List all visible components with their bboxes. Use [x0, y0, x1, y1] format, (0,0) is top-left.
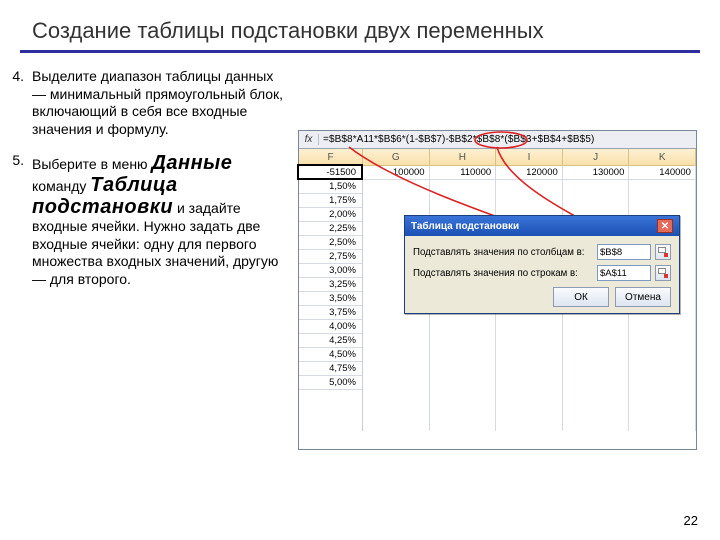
ok-button[interactable]: ОК	[553, 287, 609, 307]
col-head-F[interactable]: F	[299, 149, 363, 166]
list-number-4: 4.	[8, 68, 32, 138]
page-number: 22	[684, 513, 698, 528]
row-input-field[interactable]	[597, 265, 651, 281]
cell[interactable]: 3,50%	[299, 292, 362, 306]
refedit-icon[interactable]	[655, 244, 671, 260]
cell[interactable]: -51500	[299, 166, 362, 180]
list-text-5: Выберите в меню Данные команду Таблица п…	[32, 152, 286, 288]
cell[interactable]: 3,25%	[299, 278, 362, 292]
cell[interactable]: 2,00%	[299, 208, 362, 222]
cell[interactable]: 2,25%	[299, 222, 362, 236]
slide-title: Создание таблицы подстановки двух переме…	[32, 18, 688, 44]
col-head-G[interactable]: G	[363, 149, 430, 166]
cell[interactable]: 4,75%	[299, 362, 362, 376]
col-head-K[interactable]: K	[629, 149, 696, 166]
body-text: 4. Выделите диапазон таблицы данных — ми…	[8, 68, 286, 302]
cell[interactable]: 5,00%	[299, 376, 362, 390]
formula-bar[interactable]: =$B$8*A11*$B$6*(1-$B$7)-$B$2*$B$8*($B$3+…	[319, 134, 598, 145]
dialog-title: Таблица подстановки	[411, 221, 519, 232]
col-head-I[interactable]: I	[496, 149, 563, 166]
column-input-field[interactable]	[597, 244, 651, 260]
datatable-dialog: Таблица подстановки ✕ Подставлять значен…	[404, 215, 680, 314]
cell[interactable]: 3,00%	[299, 264, 362, 278]
title-underline	[20, 50, 700, 53]
column-headers: F G H I J K	[299, 149, 696, 166]
cell[interactable]: 100000	[363, 166, 429, 180]
cancel-button[interactable]: Отмена	[615, 287, 671, 307]
refedit-icon[interactable]	[655, 265, 671, 281]
cell[interactable]: 140000	[629, 166, 695, 180]
cell[interactable]: 1,50%	[299, 180, 362, 194]
fx-icon[interactable]: fx	[299, 134, 319, 145]
cell[interactable]: 110000	[430, 166, 496, 180]
col-F: -51500 1,50% 1,75% 2,00% 2,25% 2,50% 2,7…	[299, 166, 363, 431]
cell[interactable]: 4,00%	[299, 320, 362, 334]
cell[interactable]: 2,50%	[299, 236, 362, 250]
label-row-input: Подставлять значения по строкам в:	[413, 268, 597, 279]
label-column-input: Подставлять значения по столбцам в:	[413, 247, 597, 258]
cell[interactable]: 120000	[496, 166, 562, 180]
col-head-H[interactable]: H	[430, 149, 497, 166]
cell[interactable]: 4,25%	[299, 334, 362, 348]
close-icon[interactable]: ✕	[657, 219, 673, 233]
list-text-4: Выделите диапазон таблицы данных — миним…	[32, 68, 286, 138]
cell[interactable]: 4,50%	[299, 348, 362, 362]
cell[interactable]: 2,75%	[299, 250, 362, 264]
menu-name-data: Данные	[151, 152, 232, 174]
cell[interactable]: 1,75%	[299, 194, 362, 208]
list-number-5: 5.	[8, 152, 32, 288]
cell[interactable]: 130000	[563, 166, 629, 180]
col-head-J[interactable]: J	[563, 149, 630, 166]
cell[interactable]: 3,75%	[299, 306, 362, 320]
